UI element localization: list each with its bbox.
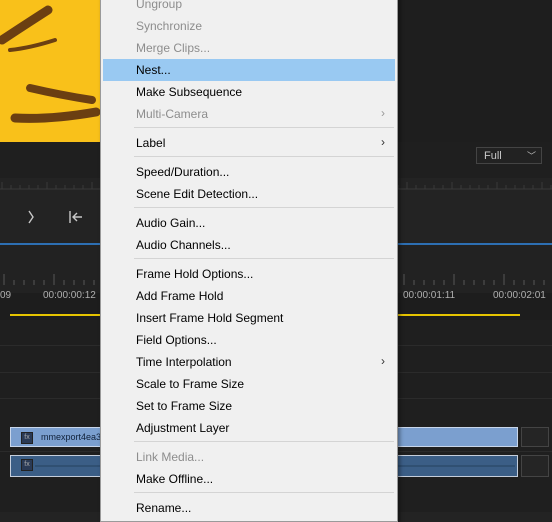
fx-badge: fx — [21, 432, 33, 444]
menu-item-label: Scene Edit Detection... — [136, 187, 259, 201]
menu-item-label: Make Offline... — [136, 472, 214, 486]
menu-item-scene-edit-detection[interactable]: Scene Edit Detection... — [103, 183, 395, 205]
menu-item-audio-channels[interactable]: Audio Channels... — [103, 234, 395, 256]
menu-item-make-subsequence[interactable]: Make Subsequence — [103, 81, 395, 103]
menu-item-frame-hold-options[interactable]: Frame Hold Options... — [103, 263, 395, 285]
chevron-right-icon: › — [381, 135, 385, 149]
playback-resolution-value: Full — [484, 150, 502, 162]
menu-item-label: Rename... — [136, 501, 192, 515]
menu-item-label: Insert Frame Hold Segment — [136, 311, 284, 325]
menu-item-merge-clips: Merge Clips... — [103, 37, 395, 59]
menu-item-label: Audio Channels... — [136, 238, 231, 252]
menu-separator — [134, 127, 394, 128]
menu-item-label: Label — [136, 136, 166, 150]
menu-item-rename[interactable]: Rename... — [103, 497, 395, 519]
menu-separator — [134, 207, 394, 208]
menu-item-label: Ungroup — [136, 0, 183, 11]
fx-badge: fx — [21, 459, 33, 471]
menu-item-set-to-frame-size[interactable]: Set to Frame Size — [103, 395, 395, 417]
timecode-label: 00:00:00:12 — [43, 290, 96, 301]
clip-context-menu: Ungroup Synchronize Merge Clips... Nest... M… — [100, 0, 398, 522]
menu-separator — [134, 492, 394, 493]
menu-item-label: Audio Gain... — [136, 216, 206, 230]
menu-item-label: Speed/Duration... — [136, 165, 230, 179]
menu-item-label: Make Subsequence — [136, 85, 243, 99]
mark-out-icon[interactable] — [26, 210, 36, 227]
menu-item-label: Merge Clips... — [136, 41, 211, 55]
menu-item-label: Link Media... — [136, 450, 205, 464]
menu-item-nest[interactable]: Nest... — [103, 59, 395, 81]
timecode-label: 00:00:02:01 — [493, 290, 546, 301]
menu-separator — [134, 441, 394, 442]
menu-item-label: Set to Frame Size — [136, 399, 233, 413]
menu-item-label: Time Interpolation — [136, 355, 232, 369]
playback-resolution-select[interactable]: Full ﹀ — [476, 147, 542, 164]
chevron-right-icon: › — [381, 354, 385, 368]
menu-separator — [134, 156, 394, 157]
video-clip-gap — [521, 427, 549, 447]
go-to-in-icon[interactable] — [68, 210, 84, 227]
menu-item-label: Frame Hold Options... — [136, 267, 254, 281]
menu-item-label: Add Frame Hold — [136, 289, 224, 303]
menu-item-time-interpolation[interactable]: Time Interpolation › — [103, 351, 395, 373]
menu-separator — [134, 258, 394, 259]
timecode-label: 09 — [0, 290, 12, 301]
menu-item-label: Multi-Camera — [136, 107, 209, 121]
menu-item-ungroup: Ungroup — [103, 0, 395, 15]
menu-item-label[interactable]: Label › — [103, 132, 395, 154]
menu-item-audio-gain[interactable]: Audio Gain... — [103, 212, 395, 234]
timecode-label: 00:00:01:11 — [403, 290, 456, 301]
chevron-right-icon: › — [381, 106, 385, 120]
menu-item-multi-camera: Multi-Camera › — [103, 103, 395, 125]
menu-item-label: Synchronize — [136, 19, 203, 33]
menu-item-adjustment-layer[interactable]: Adjustment Layer — [103, 417, 395, 439]
menu-item-add-frame-hold[interactable]: Add Frame Hold — [103, 285, 395, 307]
menu-item-label: Nest... — [136, 63, 171, 77]
menu-item-speed-duration[interactable]: Speed/Duration... — [103, 161, 395, 183]
menu-item-insert-frame-hold-segment[interactable]: Insert Frame Hold Segment — [103, 307, 395, 329]
menu-item-link-media: Link Media... — [103, 446, 395, 468]
video-clip-label: mmexport4ea3 — [41, 432, 102, 442]
menu-item-scale-to-frame-size[interactable]: Scale to Frame Size — [103, 373, 395, 395]
menu-item-label: Scale to Frame Size — [136, 377, 245, 391]
menu-item-field-options[interactable]: Field Options... — [103, 329, 395, 351]
chevron-down-icon: ﹀ — [526, 151, 536, 161]
menu-item-synchronize: Synchronize — [103, 15, 395, 37]
menu-item-make-offline[interactable]: Make Offline... — [103, 468, 395, 490]
audio-clip-gap — [521, 455, 549, 477]
menu-item-label: Adjustment Layer — [136, 421, 230, 435]
menu-item-label: Field Options... — [136, 333, 217, 347]
video-preview-frame[interactable] — [0, 0, 100, 142]
